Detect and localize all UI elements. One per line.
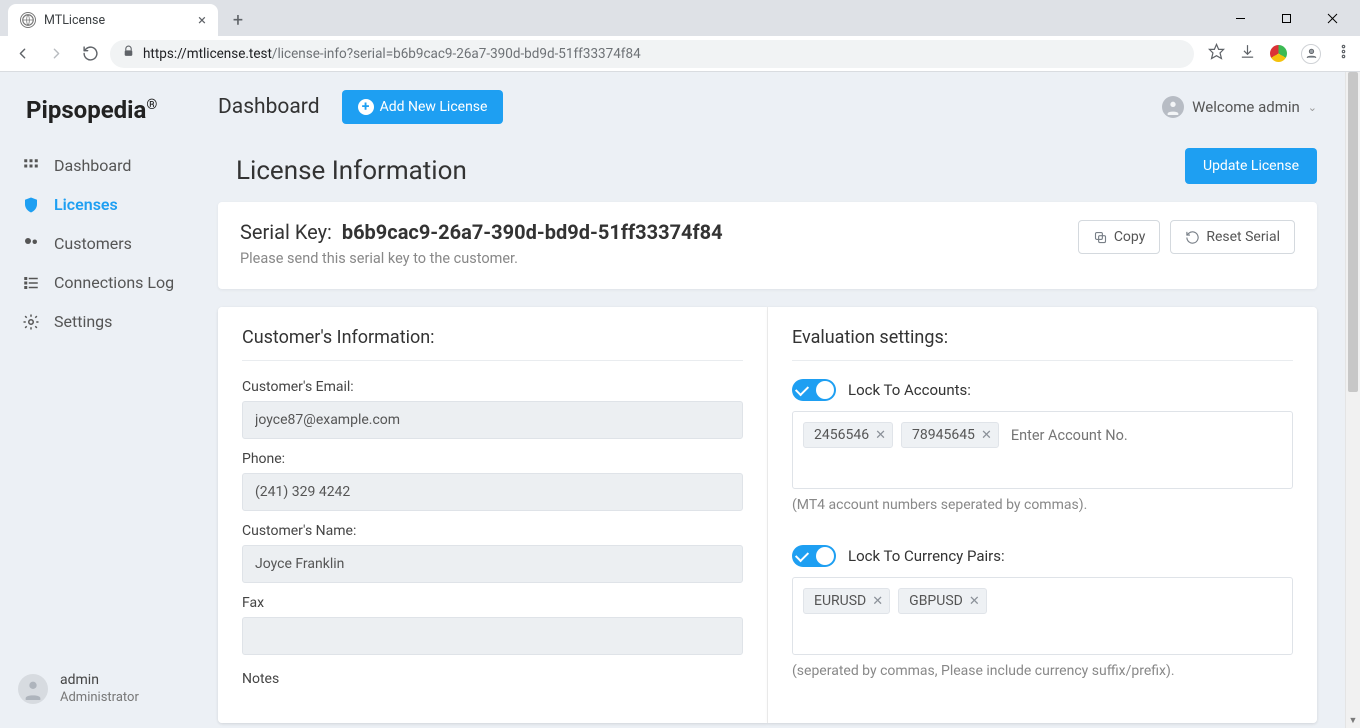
avatar-icon: [1162, 96, 1184, 118]
phone-field[interactable]: [242, 473, 743, 511]
sidebar-item-label: Settings: [54, 312, 112, 331]
back-button[interactable]: [8, 40, 36, 68]
list-icon: [22, 274, 40, 292]
user-menu[interactable]: Welcome admin ⌄: [1162, 96, 1317, 118]
footer-role: Administrator: [60, 690, 139, 706]
section-title: Evaluation settings:: [792, 327, 1293, 361]
reset-serial-button[interactable]: Reset Serial: [1170, 220, 1295, 254]
phone-label: Phone:: [242, 451, 743, 467]
remove-icon[interactable]: ✕: [981, 428, 992, 443]
customer-info-panel: Customer's Information: Customer's Email…: [218, 307, 768, 723]
remove-icon[interactable]: ✕: [969, 594, 980, 609]
sidebar: Pipsopedia® Dashboard Licenses Customers: [0, 72, 200, 728]
button-label: Update License: [1203, 158, 1299, 174]
lock-pairs-toggle[interactable]: [792, 545, 836, 567]
serial-hint: Please send this serial key to the custo…: [240, 250, 1078, 267]
plus-icon: +: [358, 99, 374, 115]
lock-accounts-label: Lock To Accounts:: [848, 381, 971, 399]
tab-title: MTLicense: [44, 13, 105, 28]
forward-button[interactable]: [42, 40, 70, 68]
notes-label: Notes: [242, 671, 743, 687]
pair-tag[interactable]: EURUSD✕: [803, 588, 890, 614]
serial-key-value: b6b9cac9-26a7-390d-bd9d-51ff33374f84: [342, 220, 723, 244]
accounts-hint: (MT4 account numbers seperated by commas…: [792, 497, 1293, 513]
scrollbar-thumb[interactable]: [1348, 72, 1358, 392]
copy-icon: [1093, 230, 1108, 245]
button-label: Copy: [1114, 229, 1146, 245]
bookmark-star-icon[interactable]: [1208, 43, 1225, 64]
email-field[interactable]: [242, 401, 743, 439]
sidebar-item-label: Dashboard: [54, 156, 131, 175]
kebab-menu-icon[interactable]: [1335, 43, 1352, 64]
browser-tab[interactable]: MTLicense ×: [8, 4, 218, 36]
breadcrumb-dashboard[interactable]: Dashboard: [218, 95, 320, 119]
extension-icon[interactable]: [1270, 45, 1287, 62]
brand-logo: Pipsopedia®: [0, 90, 200, 146]
account-tag[interactable]: 78945645✕: [901, 422, 999, 448]
window-maximize-button[interactable]: [1264, 3, 1308, 33]
sidebar-item-connections-log[interactable]: Connections Log: [0, 263, 200, 302]
fax-label: Fax: [242, 595, 743, 611]
sidebar-item-label: Customers: [54, 234, 132, 253]
section-title: Customer's Information:: [242, 327, 743, 361]
window-close-button[interactable]: [1310, 3, 1354, 33]
sidebar-item-settings[interactable]: Settings: [0, 302, 200, 341]
grid-icon: [22, 157, 40, 175]
update-license-button[interactable]: Update License: [1185, 148, 1317, 184]
browser-toolbar: https://mtlicense.test/license-info?seri…: [0, 36, 1360, 72]
users-icon: [22, 235, 40, 253]
main-content: Dashboard + Add New License Welcome admi…: [200, 72, 1345, 728]
avatar-icon: [18, 674, 48, 704]
fax-field[interactable]: [242, 617, 743, 655]
pairs-hint: (seperated by commas, Please include cur…: [792, 663, 1293, 679]
account-input[interactable]: [1007, 423, 1199, 448]
user-menu-label: Welcome admin: [1192, 98, 1300, 116]
serial-card: Serial Key: b6b9cac9-26a7-390d-bd9d-51ff…: [218, 202, 1317, 289]
close-icon[interactable]: ×: [198, 11, 206, 29]
profile-icon[interactable]: [1301, 44, 1321, 64]
pairs-tagbox[interactable]: EURUSD✕ GBPUSD✕: [792, 577, 1293, 655]
chevron-down-icon: ⌄: [1308, 101, 1317, 114]
scroll-down-arrow[interactable]: ▼: [1346, 712, 1360, 728]
sidebar-footer[interactable]: admin Administrator: [0, 662, 200, 716]
button-label: Add New License: [380, 99, 488, 115]
address-bar[interactable]: https://mtlicense.test/license-info?seri…: [110, 40, 1194, 68]
lock-accounts-toggle[interactable]: [792, 379, 836, 401]
add-new-license-button[interactable]: + Add New License: [342, 90, 504, 124]
accounts-tagbox[interactable]: 2456546✕ 78945645✕: [792, 411, 1293, 489]
pair-tag[interactable]: GBPUSD✕: [898, 588, 987, 614]
new-tab-button[interactable]: +: [224, 6, 252, 34]
remove-icon[interactable]: ✕: [872, 594, 883, 609]
page-title: License Information: [236, 156, 467, 186]
serial-key-label: Serial Key:: [240, 220, 332, 244]
email-label: Customer's Email:: [242, 379, 743, 395]
name-label: Customer's Name:: [242, 523, 743, 539]
globe-icon: [20, 12, 36, 28]
account-tag[interactable]: 2456546✕: [803, 422, 893, 448]
footer-username: admin: [60, 672, 139, 690]
refresh-icon: [1185, 230, 1200, 245]
page-scrollbar[interactable]: ▼: [1345, 72, 1360, 728]
sidebar-item-label: Connections Log: [54, 273, 174, 292]
sidebar-item-licenses[interactable]: Licenses: [0, 185, 200, 224]
sidebar-item-customers[interactable]: Customers: [0, 224, 200, 263]
button-label: Reset Serial: [1206, 229, 1280, 245]
reload-button[interactable]: [76, 40, 104, 68]
gear-icon: [22, 313, 40, 331]
download-icon[interactable]: [1239, 43, 1256, 64]
evaluation-settings-panel: Evaluation settings: Lock To Accounts: 2…: [768, 307, 1317, 723]
lock-pairs-label: Lock To Currency Pairs:: [848, 547, 1005, 565]
sidebar-item-label: Licenses: [54, 195, 118, 214]
url-text: https://mtlicense.test/license-info?seri…: [143, 46, 641, 62]
shield-icon: [22, 196, 40, 214]
browser-tabbar: MTLicense × +: [0, 0, 1360, 36]
copy-button[interactable]: Copy: [1078, 220, 1161, 254]
window-minimize-button[interactable]: [1218, 3, 1262, 33]
sidebar-item-dashboard[interactable]: Dashboard: [0, 146, 200, 185]
name-field[interactable]: [242, 545, 743, 583]
lock-icon: [122, 45, 135, 62]
remove-icon[interactable]: ✕: [875, 428, 886, 443]
